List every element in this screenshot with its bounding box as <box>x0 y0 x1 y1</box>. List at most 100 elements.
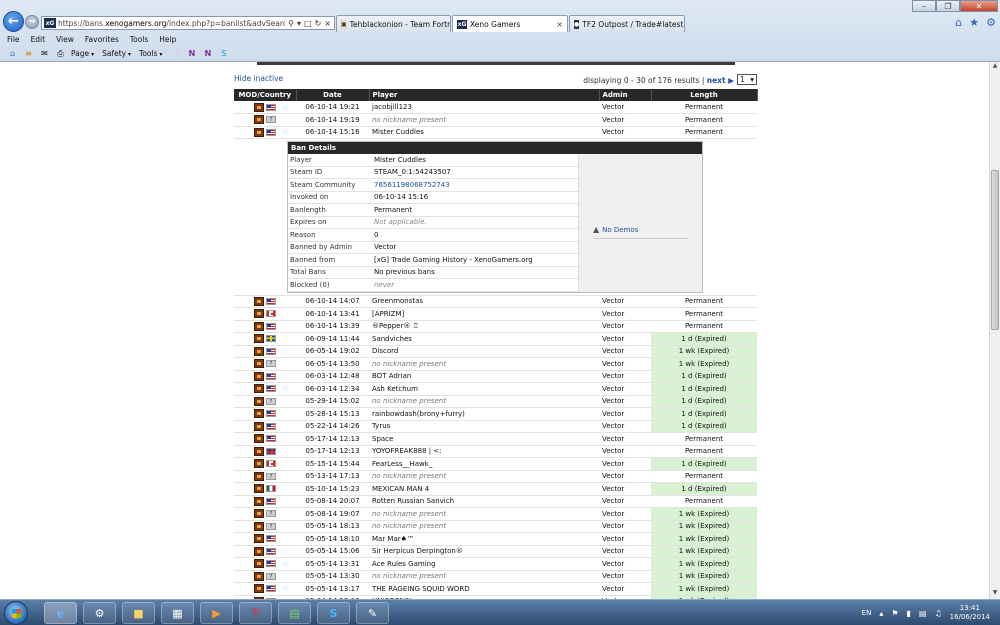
taskbar-internet-explorer[interactable]: e <box>44 602 77 624</box>
table-row[interactable]: 05-13-14 17:13no nickname presentVectorP… <box>234 470 757 483</box>
table-row[interactable]: 05-08-14 19:07no nickname presentVector1… <box>234 507 757 521</box>
player-cell[interactable]: rainbowdash(brony+furry) <box>369 407 599 421</box>
lock-icon[interactable]: □ <box>304 19 312 28</box>
col-mod-country[interactable]: MOD/Country <box>234 89 297 101</box>
player-cell[interactable]: Greenmonstas <box>369 295 599 308</box>
player-cell[interactable]: no nickname present <box>369 395 599 408</box>
player-cell[interactable]: no nickname present <box>369 357 599 371</box>
player-cell[interactable]: FearLess__Hawk_ <box>369 457 599 471</box>
player-cell[interactable]: BOT Adrian <box>369 370 599 383</box>
language-indicator[interactable]: EN <box>862 609 872 617</box>
taskbar-steam[interactable]: ⚙ <box>83 602 116 624</box>
scroll-up-icon[interactable]: ▲ <box>990 62 1000 72</box>
player-cell[interactable]: YOYOFREAK888 | <: <box>369 445 599 458</box>
player-cell[interactable]: no nickname present <box>369 520 599 533</box>
help-icon[interactable]: ❔ <box>170 49 181 59</box>
table-row[interactable]: 06-05-14 13:50no nickname presentVector1… <box>234 357 757 371</box>
player-cell[interactable]: Tyrus <box>369 420 599 433</box>
player-cell[interactable]: Discord <box>369 345 599 358</box>
table-row[interactable]: 06-10-14 19:19no nickname presentVectorP… <box>234 113 757 127</box>
print-icon[interactable]: ⎙ <box>55 49 66 59</box>
player-cell[interactable]: no nickname present <box>369 470 599 483</box>
table-row[interactable]: 05-05-14 13:31 Ace Rules Gaming Vector 1 wk… <box>234 557 757 571</box>
hide-inactive-link[interactable]: Hide inactive <box>234 74 283 83</box>
taskbar-game[interactable]: ⛨ <box>239 602 272 624</box>
player-cell[interactable]: MEXICAN MAN 4 <box>369 482 599 496</box>
player-cell[interactable]: ®Pepper® ♖ <box>369 320 599 333</box>
stop-icon[interactable]: × <box>324 19 331 28</box>
menu-favorites[interactable]: Favorites <box>85 35 119 44</box>
next-page-link[interactable]: next ▶ <box>707 76 734 85</box>
table-row[interactable]: 05-17-14 12:13 Space Vector Permanent <box>234 432 757 446</box>
table-row[interactable]: 05-05-14 15:06 Sir Herpicus Derpington® Ve… <box>234 545 757 558</box>
table-row[interactable]: 05-08-14 20:07 Rotten Russian Sanvich Vect… <box>234 495 757 508</box>
table-row[interactable]: 06-10-14 15:16 Mister Cuddles Vector Perman… <box>234 126 757 139</box>
menu-edit[interactable]: Edit <box>31 35 46 44</box>
player-cell[interactable]: [APRIZM] <box>369 307 599 321</box>
tray-expand-icon[interactable]: ▴ <box>879 609 883 618</box>
taskbar-paint[interactable]: ✎ <box>356 602 389 624</box>
read-mail-icon[interactable]: ✉ <box>39 49 50 59</box>
scroll-down-icon[interactable]: ▼ <box>990 589 1000 599</box>
star-icon[interactable]: ★ <box>969 16 979 29</box>
table-row[interactable]: 06-10-14 13:39 ®Pepper® ♖ Vector Permanent <box>234 320 757 333</box>
clock[interactable]: 13:41 16/06/2014 <box>950 604 990 622</box>
forward-button[interactable]: → <box>25 15 39 29</box>
table-row[interactable]: 05-15-14 15:44 FearLess__Hawk_ Vector 1 d (… <box>234 457 757 471</box>
menu-view[interactable]: View <box>56 35 74 44</box>
table-row[interactable]: 06-10-14 14:07 Greenmonstas Vector Permanen… <box>234 295 757 308</box>
player-cell[interactable]: Sir Herpicus Derpington® <box>369 545 599 558</box>
no-demos-link[interactable]: ▲ No Demos <box>593 225 638 234</box>
player-cell[interactable]: jacobjill123 <box>369 101 599 114</box>
detail-value[interactable]: 76561198068752743 <box>372 181 578 189</box>
player-cell[interactable]: Ash Ketchum <box>369 382 599 396</box>
col-date[interactable]: Date <box>296 89 370 101</box>
menu-tools[interactable]: Tools <box>130 35 148 44</box>
restore-button[interactable]: ❐ <box>936 0 960 12</box>
network-icon[interactable]: ▤ <box>919 609 927 618</box>
taskbar-chart-app[interactable]: ▤ <box>278 602 311 624</box>
home-icon[interactable]: ⌂ <box>7 49 18 59</box>
onenote-icon[interactable]: N <box>186 49 197 59</box>
page-scrollbar[interactable]: ▲ ▼ <box>989 62 1000 599</box>
skype-icon[interactable]: S <box>218 49 229 59</box>
page-select[interactable]: 1 ▾ <box>737 74 757 85</box>
tab-tehblackonion[interactable]: ▣ Tehblackonion - Team Fortres... <box>336 15 451 32</box>
page-menu[interactable]: Page <box>71 49 94 58</box>
player-cell[interactable]: Sandviches <box>369 332 599 346</box>
safety-menu[interactable]: Safety <box>102 49 131 58</box>
player-cell[interactable]: Mar Mar♠™ <box>369 532 599 546</box>
player-cell[interactable]: no nickname present <box>369 570 599 583</box>
start-button[interactable] <box>4 601 28 625</box>
dropdown-icon[interactable]: ▾ <box>297 19 301 28</box>
close-icon[interactable]: × <box>552 20 563 29</box>
tools-menu[interactable]: Tools <box>139 49 162 58</box>
menu-help[interactable]: Help <box>159 35 176 44</box>
col-length[interactable]: Length <box>651 89 758 101</box>
minimize-button[interactable]: – <box>912 0 936 12</box>
table-row[interactable]: 05-17-14 12:13 YOYOFREAK888 | <: Vector Per… <box>234 445 757 458</box>
table-row[interactable]: 05-28-14 15:13 rainbowdash(brony+furry) Ve… <box>234 407 757 421</box>
tab-xeno-gamers[interactable]: xG Xeno Gamers × <box>452 15 568 32</box>
player-cell[interactable]: Rotten Russian Sanvich <box>369 495 599 508</box>
table-row[interactable]: 05-05-14 18:10 Mar Mar♠™ Vector 1 wk (Expir… <box>234 532 757 546</box>
table-row[interactable]: 05-22-14 14:26 Tyrus Vector 1 d (Expired) <box>234 420 757 433</box>
home-icon[interactable]: ⌂ <box>955 16 962 29</box>
tab-tf2-outpost[interactable]: ● TF2 Outpost / Trade#latest <box>569 15 685 32</box>
table-row[interactable]: 06-05-14 19:02 Discord Vector 1 wk (Expired… <box>234 345 757 358</box>
table-row[interactable]: 06-10-14 13:41 [APRIZM] Vector Permanent <box>234 307 757 321</box>
table-row[interactable]: 05-10-14 15:23 MEXICAN MAN 4 Vector 1 d (Ex… <box>234 482 757 496</box>
col-admin[interactable]: Admin <box>599 89 652 101</box>
taskbar-media-player[interactable]: ▶ <box>200 602 233 624</box>
volume-icon[interactable]: ♫ <box>934 609 941 618</box>
player-cell[interactable]: Space <box>369 432 599 446</box>
flag-icon[interactable]: ⚑ <box>891 609 898 618</box>
menu-file[interactable]: File <box>7 35 20 44</box>
table-row[interactable]: 05-05-14 13:30no nickname presentVector1… <box>234 570 757 583</box>
address-bar[interactable]: xG https://bans.xenogamers.org/index.php… <box>41 16 335 30</box>
player-cell[interactable]: Ace Rules Gaming <box>369 557 599 571</box>
rss-feed-icon[interactable]: ≡ <box>23 49 34 59</box>
player-cell[interactable]: no nickname present <box>369 507 599 521</box>
refresh-icon[interactable]: ↻ <box>315 19 322 28</box>
taskbar-calculator[interactable]: ▦ <box>161 602 194 624</box>
